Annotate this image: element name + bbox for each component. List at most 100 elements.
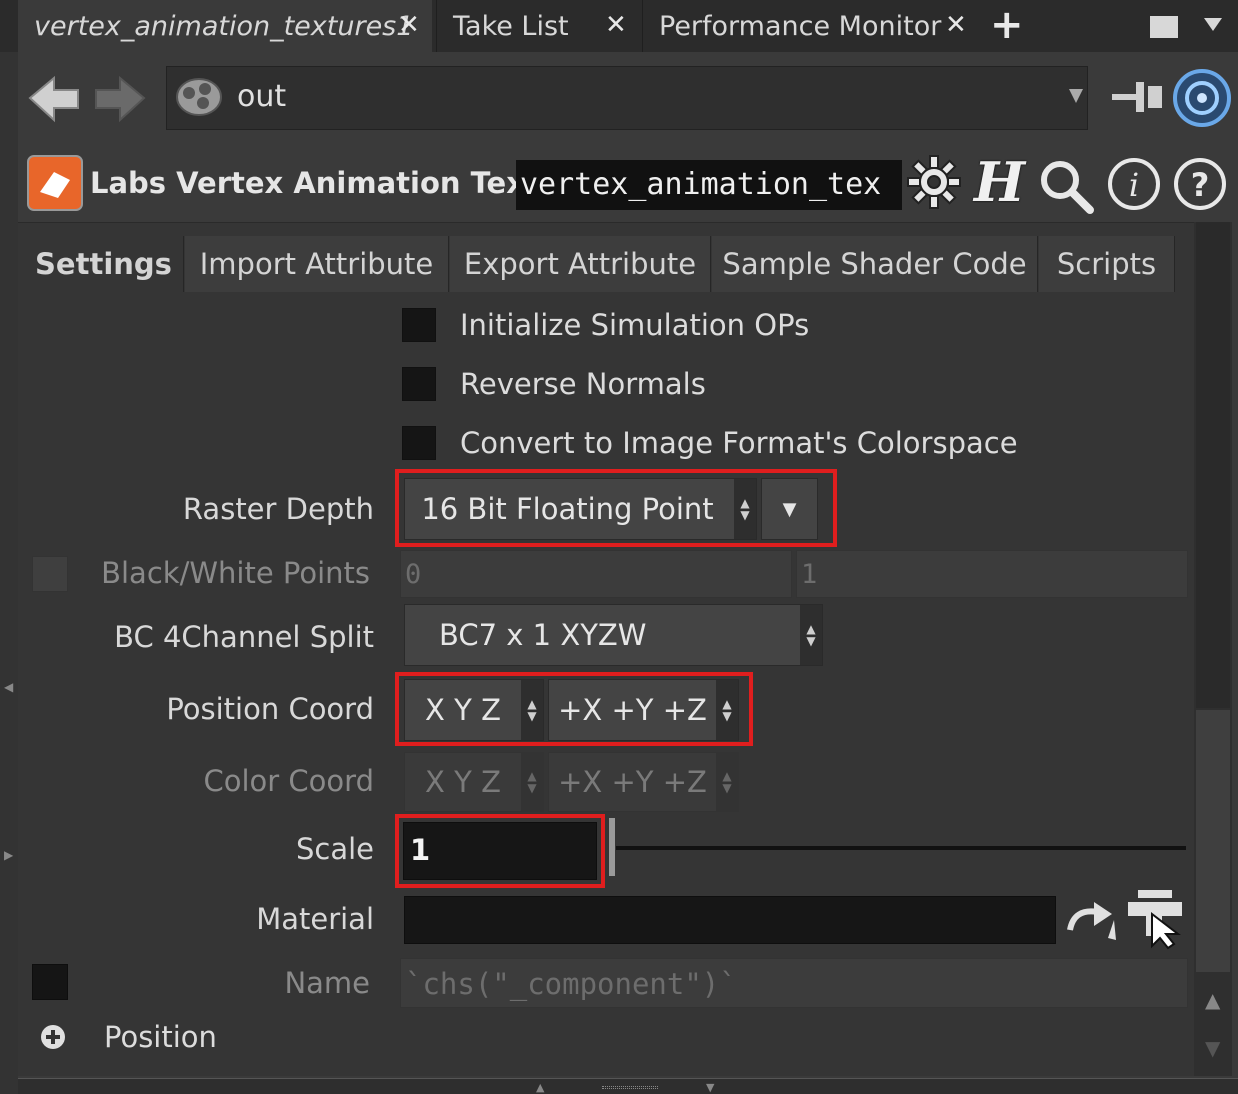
- name-label: Name: [284, 966, 370, 1000]
- scrollbar-thumb[interactable]: [1196, 710, 1230, 972]
- tab-export-attribute[interactable]: Export Attribute: [450, 236, 711, 292]
- close-icon[interactable]: ✕: [398, 10, 420, 40]
- tab-label: Take List: [453, 10, 569, 42]
- position-folder-label[interactable]: Position: [104, 1020, 217, 1054]
- pane-tab-bar: vertex_animation_textures1 ✕ Take List ✕…: [0, 0, 1238, 52]
- scale-slider-track[interactable]: [616, 846, 1186, 850]
- plus-circle-icon[interactable]: [38, 1022, 68, 1052]
- material-label: Material: [256, 902, 374, 936]
- navigation-bar: out: [18, 52, 1238, 140]
- checkbox-label: Reverse Normals: [460, 367, 706, 401]
- raster-depth-label: Raster Depth: [182, 492, 374, 526]
- scroll-up-icon[interactable]: ▲: [1205, 988, 1220, 1012]
- position-order-menu[interactable]: X Y Z ▲ ▼: [404, 679, 544, 741]
- checkbox-convert-colorspace[interactable]: [402, 426, 436, 460]
- tab-performance-monitor[interactable]: Performance Monitor ✕: [642, 0, 978, 52]
- name-value: `chs("_component")`: [405, 967, 737, 1001]
- pin-icon[interactable]: [1108, 76, 1166, 122]
- scrollbar-track-upper: [1196, 222, 1230, 708]
- search-icon[interactable]: [1038, 158, 1096, 216]
- scale-field[interactable]: 1: [403, 822, 597, 880]
- help-icon[interactable]: ?: [1172, 156, 1228, 212]
- pane-menu-icon[interactable]: [1204, 18, 1222, 31]
- scale-value: 1: [410, 833, 431, 867]
- bc-split-label: BC 4Channel Split: [114, 620, 374, 654]
- tab-label: vertex_animation_textures1: [34, 10, 414, 42]
- tab-vertex-animation-textures[interactable]: vertex_animation_textures1 ✕: [18, 0, 432, 52]
- houdini-h-icon[interactable]: H: [974, 150, 1025, 214]
- scale-label: Scale: [295, 832, 374, 866]
- tab-label: Performance Monitor: [659, 10, 942, 42]
- svg-text:i: i: [1129, 166, 1139, 204]
- color-order-menu[interactable]: X Y Z ▲ ▼: [404, 752, 544, 812]
- link-target-icon[interactable]: [1172, 68, 1232, 128]
- chevron-down-icon: ▼: [782, 498, 797, 520]
- raster-depth-dropdown-button[interactable]: ▼: [761, 478, 818, 540]
- color-sign-value: +X +Y +Z: [558, 765, 707, 799]
- output-network-icon: [176, 78, 222, 116]
- position-sign-menu[interactable]: +X +Y +Z ▲ ▼: [548, 679, 739, 741]
- updown-arrows-icon: ▲ ▼: [521, 753, 543, 811]
- checkbox-label: Initialize Simulation OPs: [460, 308, 810, 342]
- collapse-up-icon[interactable]: ▲: [536, 1081, 544, 1094]
- maximize-icon[interactable]: [1150, 16, 1178, 38]
- black-point-field[interactable]: 0: [400, 550, 792, 598]
- updown-arrows-icon: ▲ ▼: [716, 680, 738, 740]
- node-type-label: Labs Vertex Animation Tex...: [90, 166, 558, 200]
- position-order-value: X Y Z: [425, 693, 501, 727]
- collapse-down-icon[interactable]: ▼: [706, 1081, 714, 1094]
- white-point-field[interactable]: 1: [796, 550, 1188, 598]
- updown-arrows-icon: ▲ ▼: [521, 680, 543, 740]
- path-field[interactable]: out: [166, 66, 1088, 130]
- arrow-left-icon[interactable]: [26, 74, 82, 130]
- tab-import-attribute[interactable]: Import Attribute: [185, 236, 449, 292]
- tab-scripts[interactable]: Scripts: [1039, 236, 1175, 292]
- node-name-field[interactable]: vertex_animation_tex: [516, 160, 902, 210]
- path-label: out: [237, 79, 287, 114]
- gear-icon[interactable]: [906, 154, 964, 216]
- checkbox-label: Convert to Image Format's Colorspace: [460, 426, 1018, 460]
- vertical-scrollbar[interactable]: ▲ ▼: [1194, 222, 1232, 1076]
- jump-to-node-icon[interactable]: [1064, 900, 1118, 944]
- tab-take-list[interactable]: Take List ✕: [436, 0, 636, 52]
- tab-settings[interactable]: Settings: [24, 236, 184, 292]
- svg-text:?: ?: [1191, 166, 1210, 204]
- color-sign-menu[interactable]: +X +Y +Z ▲ ▼: [548, 752, 739, 812]
- arrow-right-icon[interactable]: [92, 74, 148, 130]
- close-icon[interactable]: ✕: [945, 10, 967, 40]
- bottom-splitter[interactable]: ▲ ▼: [18, 1078, 1238, 1094]
- raster-depth-menu[interactable]: 16 Bit Floating Point ▲ ▼: [404, 478, 757, 540]
- black-point-value: 0: [405, 559, 422, 590]
- position-coord-label: Position Coord: [166, 692, 374, 726]
- splitter-grip-icon: [602, 1086, 658, 1089]
- updown-arrows-icon: ▲ ▼: [716, 753, 738, 811]
- color-order-value: X Y Z: [425, 765, 501, 799]
- node-type-icon[interactable]: [26, 154, 88, 216]
- tab-sample-shader-code[interactable]: Sample Shader Code: [712, 236, 1038, 292]
- position-sign-value: +X +Y +Z: [558, 693, 707, 727]
- expand-right-icon[interactable]: ▶: [4, 848, 13, 862]
- updown-arrows-icon: ▲ ▼: [800, 605, 822, 665]
- black-white-points-label: Black/White Points: [101, 556, 370, 590]
- collapse-left-icon[interactable]: ◀: [4, 680, 13, 694]
- info-icon[interactable]: i: [1106, 156, 1162, 212]
- material-field[interactable]: [404, 896, 1056, 944]
- bc-split-value: BC7 x 1 XYZW: [439, 618, 647, 652]
- color-coord-label: Color Coord: [203, 764, 375, 798]
- scroll-down-icon[interactable]: ▼: [1205, 1036, 1220, 1060]
- close-icon[interactable]: ✕: [605, 10, 627, 40]
- add-tab-button[interactable]: +: [990, 2, 1024, 48]
- bc-split-menu[interactable]: BC7 x 1 XYZW ▲ ▼: [404, 604, 823, 666]
- raster-depth-value: 16 Bit Floating Point: [421, 492, 714, 526]
- node-name-value: vertex_animation_tex: [520, 167, 882, 202]
- checkbox-initialize-simulation-ops[interactable]: [402, 308, 436, 342]
- path-dropdown-icon[interactable]: [1069, 89, 1083, 103]
- white-point-value: 1: [801, 559, 818, 590]
- checkbox-reverse-normals[interactable]: [402, 367, 436, 401]
- scale-slider-handle[interactable]: [609, 818, 615, 876]
- updown-arrows-icon: ▲ ▼: [734, 479, 756, 539]
- name-field[interactable]: `chs("_component")`: [400, 958, 1188, 1008]
- node-header: Labs Vertex Animation Tex... vertex_anim…: [18, 148, 1238, 222]
- node-chooser-icon[interactable]: [1124, 888, 1186, 950]
- left-edge-strip: ◀ ▶: [0, 52, 18, 1094]
